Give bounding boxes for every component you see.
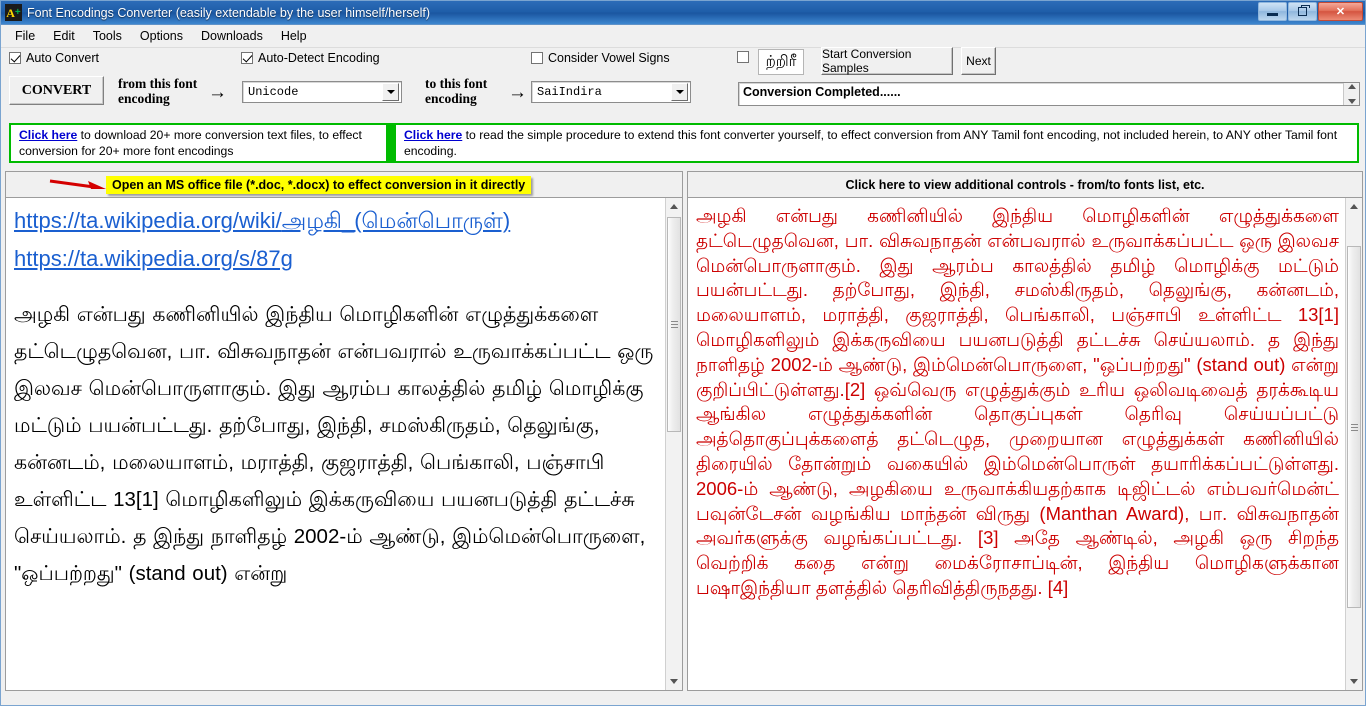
from-encoding-select[interactable]: Unicode (242, 81, 402, 103)
info-panel-extend-text: to read the simple procedure to extend t… (404, 128, 1338, 158)
scroll-up-icon (670, 204, 678, 209)
status-field[interactable]: Conversion Completed...... (738, 82, 1360, 106)
menu-item-edit[interactable]: Edit (44, 27, 84, 45)
target-scroll-thumb[interactable] (1347, 246, 1361, 608)
to-encoding-dropdown-button[interactable] (671, 83, 688, 101)
from-arrow-icon: → (208, 82, 227, 103)
to-encoding-value: SaiIndira (537, 85, 602, 99)
source-vertical-scrollbar[interactable] (665, 198, 682, 690)
from-font-encoding-label-line2: encoding (118, 91, 170, 106)
source-panel-header: Open an MS office file (*.doc, *.docx) t… (5, 171, 683, 197)
checkbox-consider-vowel-signs[interactable]: Consider Vowel Signs (531, 51, 670, 65)
source-url-1-prefix: https://ta.wikipedia.org/wiki/ (14, 208, 282, 233)
checkbox-auto-detect-encoding[interactable]: Auto-Detect Encoding (241, 51, 380, 65)
target-scroll-up-button[interactable] (1346, 198, 1362, 215)
additional-controls-note[interactable]: Click here to view additional controls -… (688, 178, 1362, 192)
chevron-down-icon (386, 90, 395, 94)
source-scroll-thumb[interactable] (667, 217, 681, 432)
menu-item-file[interactable]: File (6, 27, 44, 45)
target-body-text: அழகி என்பது கணினியில் இந்திய மொழிகளின் எ… (696, 205, 1339, 598)
source-url-1-tamil: அழகி_(மென்பொருள்) (281, 208, 511, 233)
menu-item-downloads[interactable]: Downloads (192, 27, 272, 45)
app-icon: A + (5, 4, 22, 21)
target-panel-header[interactable]: Click here to view additional controls -… (687, 171, 1363, 197)
chevron-down-icon (675, 90, 684, 94)
status-scrollbar[interactable] (1343, 83, 1359, 105)
info-panel-extend: Click here to read the simple procedure … (396, 125, 1357, 161)
start-conversion-samples-button[interactable]: Start Conversion Samples (821, 47, 953, 75)
next-button[interactable]: Next (961, 47, 996, 75)
checkbox-tamil-sample[interactable] (737, 51, 754, 63)
convert-button[interactable]: CONVERT (9, 76, 104, 105)
checkbox-auto-convert[interactable]: Auto Convert (9, 51, 99, 65)
minimize-button[interactable] (1258, 2, 1287, 21)
maximize-icon (1298, 5, 1310, 16)
info-panels: Click here to download 20+ more conversi… (9, 123, 1359, 163)
extend-click-here-link[interactable]: Click here (404, 128, 462, 142)
red-arrow-icon (49, 179, 106, 189)
checkbox-auto-convert-label: Auto Convert (26, 51, 99, 65)
checkbox-auto-detect-encoding-box[interactable] (241, 52, 253, 64)
close-icon: ✕ (1335, 6, 1346, 18)
from-encoding-dropdown-button[interactable] (382, 83, 399, 101)
target-text-editor[interactable]: அழகி என்பது கணினியில் இந்திய மொழிகளின் எ… (687, 197, 1363, 691)
scroll-grip-icon (1350, 423, 1358, 431)
source-url-line-1[interactable]: https://ta.wikipedia.org/wiki/அழகி_(மென்… (14, 202, 659, 240)
info-panel-downloads: Click here to download 20+ more conversi… (11, 125, 386, 161)
menu-item-tools[interactable]: Tools (84, 27, 131, 45)
window-controls: ✕ (1257, 2, 1363, 21)
scroll-down-icon (670, 679, 678, 684)
app-icon-letter: A (6, 5, 15, 20)
scroll-down-icon[interactable] (1347, 99, 1356, 104)
scroll-up-icon[interactable] (1347, 84, 1356, 89)
checkbox-tamil-sample-box[interactable] (737, 51, 749, 63)
source-scroll-down-button[interactable] (666, 673, 682, 690)
target-scroll-down-button[interactable] (1346, 673, 1362, 690)
to-arrow-icon: → (508, 82, 527, 103)
checkbox-consider-vowel-signs-label: Consider Vowel Signs (548, 51, 670, 65)
minimize-icon (1267, 12, 1278, 16)
menu-item-options[interactable]: Options (131, 27, 192, 45)
open-office-file-note[interactable]: Open an MS office file (*.doc, *.docx) t… (106, 175, 532, 194)
title-bar: A + Font Encodings Converter (easily exte… (1, 1, 1365, 25)
source-url-line-2[interactable]: https://ta.wikipedia.org/s/87g (14, 240, 659, 278)
application-window: A + Font Encodings Converter (easily exte… (0, 0, 1366, 706)
source-text-editor[interactable]: https://ta.wikipedia.org/wiki/அழகி_(மென்… (5, 197, 683, 691)
options-row: Auto Convert Auto-Detect Encoding Consid… (1, 48, 1365, 72)
source-scroll-up-button[interactable] (666, 198, 682, 215)
to-font-encoding-label-line1: to this font (425, 76, 488, 91)
to-font-encoding-label-line2: encoding (425, 91, 477, 106)
window-title: Font Encodings Converter (easily extenda… (27, 5, 430, 20)
maximize-button[interactable] (1288, 2, 1317, 21)
close-button[interactable]: ✕ (1318, 2, 1363, 21)
tamil-sample-box[interactable]: ற்றிரீ (758, 49, 804, 75)
menu-bar: File Edit Tools Options Downloads Help (1, 25, 1365, 48)
checkbox-auto-detect-encoding-label: Auto-Detect Encoding (258, 51, 380, 65)
scroll-up-icon (1350, 204, 1358, 209)
to-encoding-select[interactable]: SaiIndira (531, 81, 691, 103)
app-icon-plus: + (14, 6, 21, 18)
from-encoding-value: Unicode (248, 85, 299, 99)
download-click-here-link[interactable]: Click here (19, 128, 77, 142)
menu-item-help[interactable]: Help (272, 27, 316, 45)
scroll-grip-icon (670, 321, 678, 328)
target-vertical-scrollbar[interactable] (1345, 198, 1362, 690)
scroll-down-icon (1350, 679, 1358, 684)
source-text-content[interactable]: https://ta.wikipedia.org/wiki/அழகி_(மென்… (6, 198, 665, 690)
status-text: Conversion Completed...... (743, 85, 901, 99)
from-font-encoding-label-line1: from this font (118, 76, 198, 91)
checkbox-consider-vowel-signs-box[interactable] (531, 52, 543, 64)
source-body-text: அழகி என்பது கணினியில் இந்திய மொழிகளின் எ… (14, 303, 654, 585)
checkbox-auto-convert-box[interactable] (9, 52, 21, 64)
target-text-content[interactable]: அழகி என்பது கணினியில் இந்திய மொழிகளின் எ… (688, 198, 1345, 690)
